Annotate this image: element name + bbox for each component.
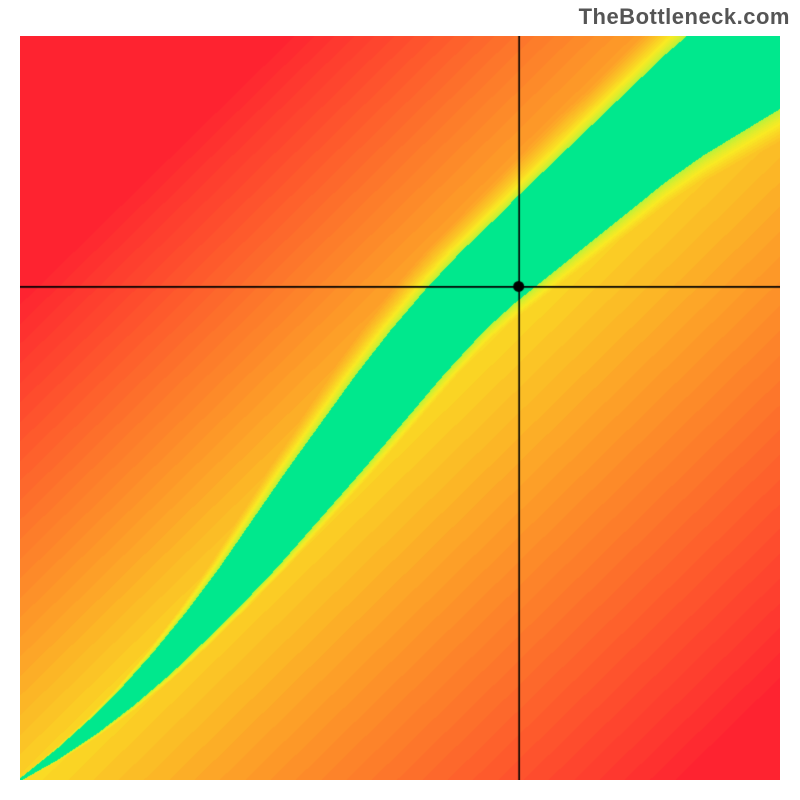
heatmap-canvas	[20, 36, 780, 780]
watermark-text: TheBottleneck.com	[579, 4, 790, 30]
chart-container: TheBottleneck.com	[0, 0, 800, 800]
plot-area	[20, 36, 780, 780]
